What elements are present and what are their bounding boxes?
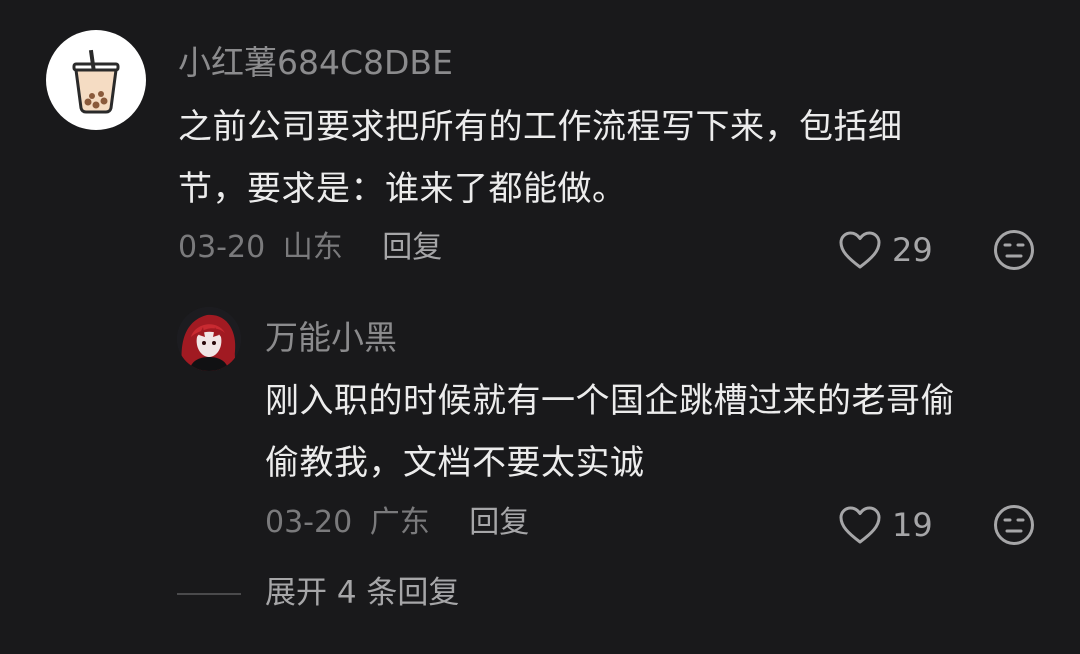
like-button[interactable]: 29 bbox=[838, 230, 933, 270]
comment-text-line: 节，要求是：谁来了都能做。 bbox=[178, 169, 627, 209]
comment-text-line: 偷教我，文档不要太实诚 bbox=[265, 443, 645, 483]
like-button[interactable]: 19 bbox=[838, 505, 933, 545]
username[interactable]: 万能小黑 bbox=[265, 321, 397, 354]
unhappy-face-icon bbox=[994, 505, 1034, 545]
comment-text-line: 刚入职的时候就有一个国企跳槽过来的老哥偷 bbox=[265, 381, 955, 421]
reply-button[interactable]: 回复 bbox=[469, 505, 529, 540]
divider bbox=[177, 592, 241, 595]
comment-meta: 03-20 山东 回复 bbox=[178, 233, 442, 263]
avatar[interactable] bbox=[177, 307, 241, 371]
comment-location: 山东 bbox=[282, 230, 343, 265]
expand-replies-button[interactable]: 展开 4 条回复 bbox=[177, 578, 459, 609]
comment-text: 刚入职的时候就有一个国企跳槽过来的老哥偷 偷教我，文档不要太实诚 bbox=[265, 370, 1055, 494]
bubble-tea-icon bbox=[72, 49, 120, 114]
comment-text: 之前公司要求把所有的工作流程写下来，包括细 节，要求是：谁来了都能做。 bbox=[178, 96, 1038, 220]
reply-button[interactable]: 回复 bbox=[382, 230, 442, 265]
comment-location: 广东 bbox=[369, 505, 430, 540]
comment-date: 03-20 bbox=[178, 230, 266, 265]
heart-icon bbox=[839, 506, 881, 544]
avatar[interactable] bbox=[46, 30, 146, 130]
dislike-button[interactable] bbox=[993, 229, 1035, 271]
like-count: 29 bbox=[892, 231, 933, 269]
comment-meta: 03-20 广东 回复 bbox=[265, 508, 529, 538]
anime-girl-avatar bbox=[177, 307, 241, 371]
dislike-button[interactable] bbox=[993, 504, 1035, 546]
expand-replies-label: 展开 4 条回复 bbox=[265, 575, 460, 611]
comment-date: 03-20 bbox=[265, 505, 353, 540]
comment-text-line: 之前公司要求把所有的工作流程写下来，包括细 bbox=[178, 107, 903, 147]
unhappy-face-icon bbox=[994, 230, 1034, 270]
username[interactable]: 小红薯684C8DBE bbox=[178, 46, 453, 79]
like-count: 19 bbox=[892, 506, 933, 544]
heart-icon bbox=[839, 231, 881, 269]
